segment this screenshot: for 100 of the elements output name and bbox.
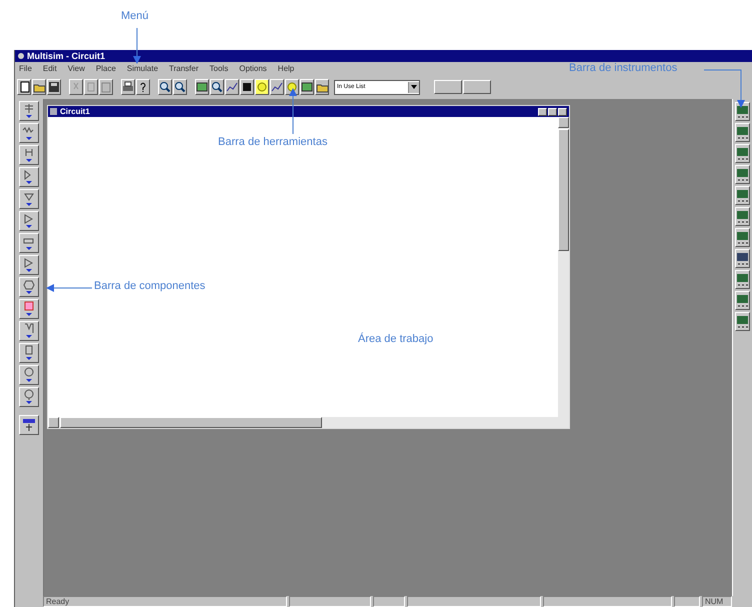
component-button[interactable] xyxy=(19,299,39,319)
toolbar-button[interactable] xyxy=(158,79,172,95)
menu-item[interactable]: File xyxy=(19,64,32,73)
toolbar-button[interactable] xyxy=(255,79,269,95)
instrument-button[interactable] xyxy=(735,291,750,310)
print-icon xyxy=(122,81,134,93)
instrument-panel-icon xyxy=(737,146,748,160)
instrument-panel-icon xyxy=(737,272,748,286)
close-button[interactable] xyxy=(558,108,567,116)
toolbar-button[interactable] xyxy=(69,79,83,95)
toolbar-button[interactable] xyxy=(434,80,462,94)
workspace-label: Área de trabajo xyxy=(358,333,434,345)
toolbar-button[interactable] xyxy=(17,79,31,95)
component-symbol-icon xyxy=(22,367,36,383)
component-symbol-icon xyxy=(22,323,36,339)
toolbar-button[interactable] xyxy=(47,79,61,95)
callout-arrow xyxy=(289,88,297,134)
component-button[interactable] xyxy=(19,255,39,275)
toolbar-button[interactable] xyxy=(270,79,284,95)
toolbar-button[interactable] xyxy=(121,79,135,95)
instruments-label: Barra de instrumentos xyxy=(569,62,678,74)
instrument-panel-icon xyxy=(737,252,748,266)
instrument-panel-icon xyxy=(737,294,748,308)
component-button[interactable] xyxy=(19,277,39,297)
component-symbol-icon xyxy=(22,103,36,119)
menu-item[interactable]: Options xyxy=(239,64,267,73)
toolbar-button[interactable] xyxy=(195,79,209,95)
components-label: Barra de componentes xyxy=(94,280,206,292)
toolbar-button[interactable] xyxy=(210,79,224,95)
instrument-button[interactable] xyxy=(735,249,750,268)
instrument-button[interactable] xyxy=(735,207,750,226)
menu-item[interactable]: Transfer xyxy=(169,64,199,73)
menu-item[interactable]: Place xyxy=(96,64,116,73)
component-button[interactable] xyxy=(19,167,39,187)
component-button[interactable] xyxy=(19,123,39,143)
toolbar-button[interactable] xyxy=(315,79,329,95)
instrument-panel-icon xyxy=(737,126,748,140)
scroll-left-button[interactable] xyxy=(48,417,59,428)
toolbar-button[interactable] xyxy=(136,79,150,95)
scroll-up-button[interactable] xyxy=(558,117,569,128)
toolbar-label: Barra de herramientas xyxy=(218,136,328,148)
toolbar-button[interactable] xyxy=(173,79,187,95)
paste-icon xyxy=(100,81,112,93)
status-message: Ready xyxy=(43,596,287,607)
toolbar-button[interactable] xyxy=(285,79,299,95)
callout-arrow xyxy=(133,28,141,64)
maximize-button[interactable] xyxy=(548,108,557,116)
toolbar-button[interactable] xyxy=(240,79,254,95)
component-button[interactable] xyxy=(19,101,39,121)
horizontal-scrollbar[interactable] xyxy=(48,417,569,428)
toolbar-button[interactable] xyxy=(300,79,314,95)
component-button[interactable] xyxy=(19,321,39,341)
component-button[interactable] xyxy=(19,145,39,165)
circuit-window-title: Circuit1 xyxy=(60,106,90,118)
component-symbol-icon xyxy=(22,125,36,141)
toolbar-button[interactable] xyxy=(32,79,46,95)
toolbar-button[interactable] xyxy=(463,80,491,94)
window-title: Multisim - Circuit1 xyxy=(27,50,106,62)
zoom-out-icon xyxy=(174,81,186,93)
component-symbol-icon xyxy=(22,191,36,207)
circle-icon xyxy=(286,81,298,93)
instrument-panel-icon xyxy=(737,168,748,182)
instrument-panel-icon xyxy=(737,314,748,328)
instrument-button[interactable] xyxy=(735,312,750,331)
component-button[interactable] xyxy=(19,189,39,209)
minimize-button[interactable] xyxy=(538,108,547,116)
component-symbol-icon xyxy=(22,389,36,405)
copy-icon xyxy=(85,81,97,93)
component-button[interactable] xyxy=(19,387,39,407)
instrument-button[interactable] xyxy=(735,144,750,163)
menu-item[interactable]: Tools xyxy=(210,64,228,73)
instrument-button[interactable] xyxy=(735,228,750,247)
instrument-button[interactable] xyxy=(735,102,750,121)
component-button[interactable] xyxy=(19,415,39,435)
menu-item[interactable]: Help xyxy=(278,64,294,73)
toolbar-button[interactable] xyxy=(225,79,239,95)
vertical-scrollbar[interactable] xyxy=(558,117,569,417)
scroll-thumb[interactable] xyxy=(558,129,569,251)
caret-icon xyxy=(411,85,417,89)
instrument-button[interactable] xyxy=(735,123,750,142)
toolbar-button[interactable] xyxy=(99,79,113,95)
chart-icon xyxy=(271,81,283,93)
component-button[interactable] xyxy=(19,343,39,363)
connector-icon xyxy=(22,418,36,432)
component-button[interactable] xyxy=(19,211,39,231)
scroll-thumb[interactable] xyxy=(60,417,322,428)
instrument-button[interactable] xyxy=(735,186,750,205)
instrument-button[interactable] xyxy=(735,270,750,289)
callout-arrow xyxy=(46,284,92,292)
menu-label: Menú xyxy=(121,10,149,22)
menu-item[interactable]: Simulate xyxy=(126,64,158,73)
component-button[interactable] xyxy=(19,233,39,253)
graph-icon xyxy=(226,81,238,93)
instrument-button[interactable] xyxy=(735,165,750,184)
callout-arrow xyxy=(704,69,746,109)
instrument-panel-icon xyxy=(737,210,748,224)
component-button[interactable] xyxy=(19,365,39,385)
toolbar-button[interactable] xyxy=(84,79,98,95)
menu-item[interactable]: View xyxy=(68,64,85,73)
menu-item[interactable]: Edit xyxy=(42,64,57,73)
